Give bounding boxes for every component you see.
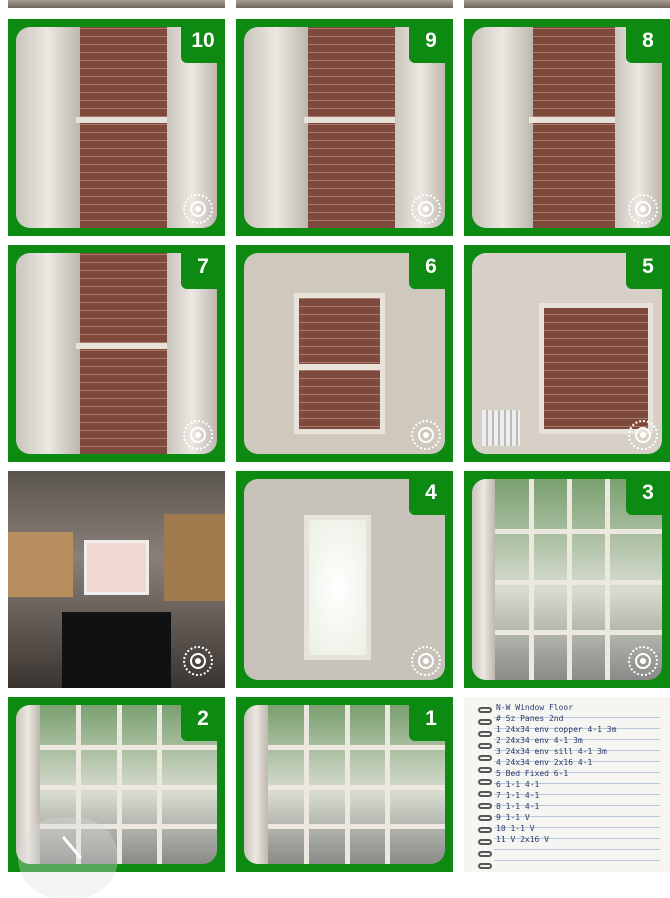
spiral-ring [478,827,492,833]
live-photo-icon [411,646,441,676]
spiral-ring [478,779,492,785]
spiral-ring [478,851,492,857]
spiral-ring [478,707,492,713]
live-photo-icon [183,194,213,224]
handwritten-line: 7 1-1 4-1 [496,791,540,800]
live-photo-icon [628,194,658,224]
live-photo-icon [183,420,213,450]
spiral-ring [478,767,492,773]
handwritten-line: 10 1-1 V [496,824,535,833]
partial-photo-strip[interactable] [464,0,670,8]
photo-tile[interactable]: 7 [8,245,225,462]
ruled-line [494,849,660,850]
photo-tile[interactable]: 4 [236,471,453,688]
photo-tile[interactable]: 5 [464,245,670,462]
handwritten-line: # Sz Panes 2nd [496,714,564,723]
live-photo-icon [411,420,441,450]
partial-photo-strip[interactable] [8,0,225,8]
spiral-ring [478,803,492,809]
partial-photo-strip[interactable] [236,0,453,8]
selection-order-badge: 6 [409,245,453,289]
selection-order-badge: 2 [181,697,225,741]
spiral-ring [478,719,492,725]
handwritten-line: 11 V 2x16 V [496,835,549,844]
spiral-ring [478,863,492,869]
selection-order-badge: 4 [409,471,453,515]
handwritten-line: 8 1-1 4-1 [496,802,540,811]
selection-order-badge: 3 [626,471,670,515]
photo-tile[interactable]: 8 [464,19,670,236]
handwritten-line: 4 24x34 env 2x16 4-1 [496,758,593,767]
photo-tile[interactable]: 3 [464,471,670,688]
ruled-line [494,860,660,861]
photo-tile[interactable]: 10 [8,19,225,236]
handwritten-line: 6 1-1 4-1 [496,780,540,789]
spiral-ring [478,755,492,761]
handwritten-line: 5 Bed Fixed 6-1 [496,769,569,778]
photo-tile[interactable]: N-W Window Floor # Sz Panes 2nd 1 24x34 en… [464,697,670,872]
spiral-ring [478,791,492,797]
photo-tile[interactable]: 9 [236,19,453,236]
photo-tile[interactable] [8,471,225,688]
live-photo-icon [628,420,658,450]
selection-order-badge: 8 [626,19,670,63]
handwritten-line: 1 24x34 env copper 4-1 3m [496,725,617,734]
live-photo-icon [183,646,213,676]
handwritten-line: 9 1-1 V [496,813,530,822]
live-photo-icon [411,194,441,224]
handwritten-line: 2 24x34 env 4-1 3m [496,736,583,745]
selection-order-badge: 9 [409,19,453,63]
selection-order-badge: 10 [181,19,225,63]
handwritten-line: N-W Window Floor [496,703,574,712]
photo-tile[interactable]: 1 [236,697,453,872]
spiral-ring [478,731,492,737]
spiral-ring [478,743,492,749]
selection-order-badge: 5 [626,245,670,289]
spiral-ring [478,815,492,821]
scroll-indicator[interactable] [18,818,118,898]
live-photo-icon [628,646,658,676]
spiral-ring [478,839,492,845]
handwritten-line: 3 24x34 env sill 4-1 3m [496,747,607,756]
selection-order-badge: 7 [181,245,225,289]
photo-tile[interactable]: 6 [236,245,453,462]
photo-thumbnail: N-W Window Floor # Sz Panes 2nd 1 24x34 en… [464,697,670,872]
selection-order-badge: 1 [409,697,453,741]
